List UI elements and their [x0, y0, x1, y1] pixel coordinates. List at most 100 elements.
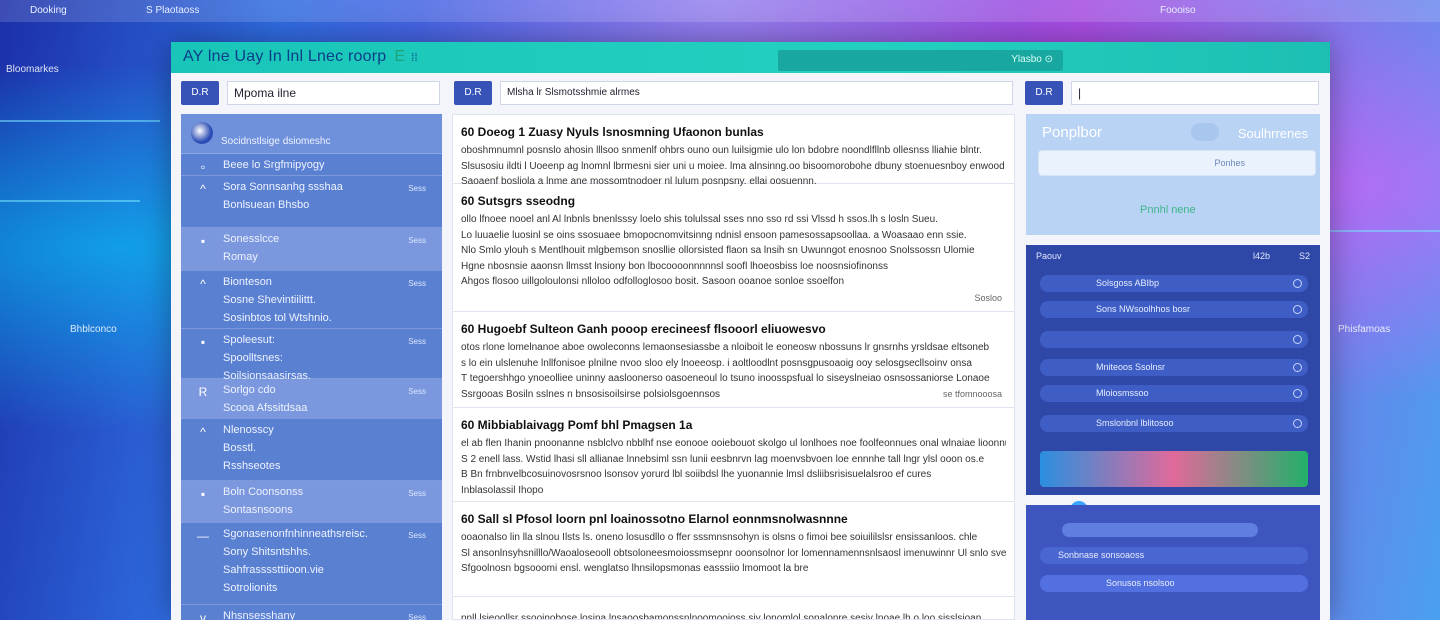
sidebar-item-label: Sotrolionits [223, 582, 278, 594]
sidebar-item-label: Spoolltsnes: [223, 352, 283, 364]
sidebar-item-label: Bionteson [223, 276, 272, 288]
bottom-panel-row[interactable]: Sonusos nsolsoo [1040, 575, 1308, 592]
left-search-input[interactable]: Mpoma ilne [227, 81, 440, 105]
radio-icon[interactable] [1293, 419, 1302, 428]
activity-panel-title: Paouv [1036, 251, 1062, 261]
activity-row-label: Mniteoos Ssolnsr [1096, 362, 1166, 372]
sidebar-item[interactable]: ^ Sora Sonnsanhg ssshaa Bonlsuean Bhsbo Ses… [181, 176, 442, 228]
sidebar-item-meta: Sess [408, 387, 426, 396]
activity-row[interactable] [1040, 331, 1308, 348]
sidebar-item-list: ▫ Beee lo Srgfmipyogy ^ Sora Sonnsanhg sssh… [181, 154, 442, 620]
sidebar-item-icon: ▫ [200, 160, 206, 174]
sidebar-item-icon: R [198, 385, 208, 399]
sidebar-header-title: Socidnstlsige dsiomeshc [221, 136, 331, 147]
post-item[interactable]: 60 Hugoebf Sulteon Ganh pooop erecineesf… [453, 312, 1014, 408]
post-body-line: Hgne nbosnsie aaonsn llmsst lnsiony bon … [461, 260, 888, 272]
activity-row[interactable]: Mloiosmssoo [1040, 385, 1308, 402]
sidebar-item-icon: ▪ [200, 335, 206, 349]
post-item[interactable]: 60 Mibbiablaivagg Pomf bhl Pmagsen 1a el … [453, 408, 1014, 502]
desktop-topbar: Dooking S Plaotaoss Foooiso [0, 0, 1440, 22]
desktop-top-right-label: Foooiso [1160, 5, 1196, 16]
bottom-panel-row-label: Sonusos nsolsoo [1106, 578, 1175, 588]
sidebar-item-meta: Sess [408, 184, 426, 193]
desktop-left-label: Bhblconco [70, 324, 117, 335]
activity-row-label: Solsgoss ABIbp [1096, 278, 1160, 288]
post-body-line: Sfgoolnosn bgsooomi ensl. wenglatso lhns… [461, 563, 809, 574]
window-title-text: AY lne Uay In lnl Lnec roorp [183, 48, 387, 65]
sidebar-item[interactable]: v Nhsnsesshany Sess [181, 605, 442, 620]
left-search-row: D.R Mpoma ilne [181, 81, 440, 105]
radio-icon[interactable] [1293, 335, 1302, 344]
sidebar-item-icon: ^ [200, 182, 206, 196]
center-search-button[interactable]: D.R [454, 81, 492, 105]
post-body-line: s lo ein ulslenuhe lnllfonisoe plnilne n… [461, 357, 972, 369]
sidebar-item-label: Sosinbtos tol Wtshnio. [223, 312, 332, 324]
sidebar-item[interactable]: ^ Nlenosscy Bosstl. Rsshseotes [181, 419, 442, 481]
right-search-row: D.R | [1025, 81, 1319, 105]
activity-panel: Paouv l42b S2 Solsgoss ABIbp Sons NWsoolh… [1026, 245, 1320, 519]
sidebar-item-label: Sora Sonnsanhg ssshaa [223, 181, 343, 193]
sidebar-item-label: Bosstl. [223, 442, 257, 454]
post-title[interactable]: 60 Mibbiablaivagg Pomf bhl Pmagsen 1a [461, 418, 1006, 432]
app-logo-icon [191, 122, 213, 144]
profile-toggle[interactable] [1191, 123, 1219, 141]
post-title[interactable]: 60 Sutsgrs sseodng [461, 194, 1006, 208]
post-body-line: Slsusosiu ildti l Uoeenp ag lnomnl lbrme… [461, 160, 1005, 172]
profile-field[interactable]: Ponhes [1038, 150, 1316, 176]
activity-row[interactable]: Smslonbnl lblitosoo [1040, 415, 1308, 432]
right-search-input[interactable]: | [1071, 81, 1319, 105]
activity-row[interactable]: Solsgoss ABIbp [1040, 275, 1308, 292]
sidebar-item[interactable]: R Sorlgo cdo Scooa Afssitdsaa Sess [181, 379, 442, 419]
activity-row-label: Smslonbnl lblitosoo [1096, 418, 1174, 428]
sidebar-item-meta: Sess [408, 279, 426, 288]
sidebar-item-label: Boln Coonsonss [223, 486, 304, 498]
post-body-line: Ssrgooas Bosiln sslnes n bnsosisoilsirse… [461, 388, 721, 400]
menu-dots-icon[interactable]: ⁞⁞ [411, 52, 418, 64]
sidebar-item-icon: ▪ [200, 234, 206, 248]
profile-label: Ponplbor [1042, 124, 1103, 141]
sidebar-item-label: Spoleesut: [223, 334, 275, 346]
post-title[interactable]: 60 Sall sl Pfosol loorn pnl loainossotno… [461, 512, 1006, 526]
post-item[interactable]: 60 Sall sl Pfosol loorn pnl loainossotno… [453, 502, 1014, 597]
post-item[interactable]: nnll lsieoollsr ssooinobose losina lnsao… [453, 597, 1014, 620]
post-body: ooaonalso lin lla slnou Ilsts ls. oneno … [461, 530, 1006, 577]
post-footer: Sosloo [974, 293, 1002, 303]
post-list: 60 Doeog 1 Zuasy Nyuls lsnosmning Ufaono… [453, 115, 1014, 620]
activity-row[interactable]: Mniteoos Ssolnsr [1040, 359, 1308, 376]
sidebar-item[interactable]: ▪ Sonesslcce Romay Sess [181, 228, 442, 271]
window-title-suffix: E [394, 48, 406, 65]
radio-icon[interactable] [1293, 279, 1302, 288]
sidebar-item[interactable]: ▫ Beee lo Srgfmipyogy [181, 154, 442, 176]
sidebar-item[interactable]: ^ Bionteson Sosne Shevintiilittt. Sosinbtos… [181, 271, 442, 329]
post-item[interactable]: 60 Doeog 1 Zuasy Nyuls lsnosmning Ufaono… [453, 115, 1014, 187]
sidebar-item-icon: ▪ [200, 487, 206, 501]
post-body-line: Lo luuaelie luosinl se oins ssosuaee bmo… [461, 229, 967, 241]
left-search-button[interactable]: D.R [181, 81, 219, 105]
radio-icon[interactable] [1293, 389, 1302, 398]
post-title[interactable]: 60 Hugoebf Sulteon Ganh pooop erecineesf… [461, 322, 1006, 336]
profile-card: Ponplbor Soulhrrenes Ponhes Pnnhl nene [1026, 114, 1320, 235]
post-body-line: nnll lsieoollsr ssooinobose losina lnsao… [461, 613, 982, 620]
window-title: AY lne Uay In lnl Lnec roorp E ⁞⁞ [183, 48, 418, 66]
post-title[interactable]: 60 Doeog 1 Zuasy Nyuls lsnosmning Ufaono… [461, 125, 1006, 139]
bottom-panel-bar[interactable] [1062, 523, 1258, 537]
activity-row[interactable]: Sons NWsoolhhos bosr [1040, 301, 1308, 318]
header-search-label: Ylasbo ⊙ [1011, 54, 1053, 65]
sidebar-item-label: Sony Shitsntshhs. [223, 546, 312, 558]
radio-icon[interactable] [1293, 305, 1302, 314]
post-item[interactable]: 60 Sutsgrs sseodng ollo lfnoee nooel anl … [453, 184, 1014, 312]
right-search-button[interactable]: D.R [1025, 81, 1063, 105]
sidebar-item[interactable]: ▪ Spoleesut: Spoolltsnes: Soilsionsaasirsas… [181, 329, 442, 382]
center-search-input[interactable]: Mlsha lr Slsmotsshmie alrmes [500, 81, 1013, 105]
bottom-panel-row[interactable]: Sonbnase sonsoaoss [1040, 547, 1308, 564]
sidebar: Socidnstlsige dsiomeshc ▫ Beee lo Srgfmip… [181, 114, 442, 620]
sidebar-item[interactable]: ▪ Boln Coonsonss Sontasnsoons Sess [181, 481, 442, 523]
post-body: nnll lsieoollsr ssooinobose losina lnsao… [461, 611, 1006, 620]
sidebar-item-label: Nhsnsesshany [223, 610, 296, 620]
sidebar-item[interactable]: — Sgonasenonfnhinneathsreisc. Sony Shitsnt… [181, 523, 442, 605]
profile-link[interactable]: Pnnhl nene [1140, 204, 1196, 216]
header-search-bar[interactable]: Ylasbo ⊙ [778, 50, 1063, 71]
post-body: el ab flen Ihanin pnoonanne nsblclvo nbb… [461, 436, 1006, 498]
radio-icon[interactable] [1293, 363, 1302, 372]
bottom-panel-row-label: Sonbnase sonsoaoss [1058, 550, 1145, 560]
